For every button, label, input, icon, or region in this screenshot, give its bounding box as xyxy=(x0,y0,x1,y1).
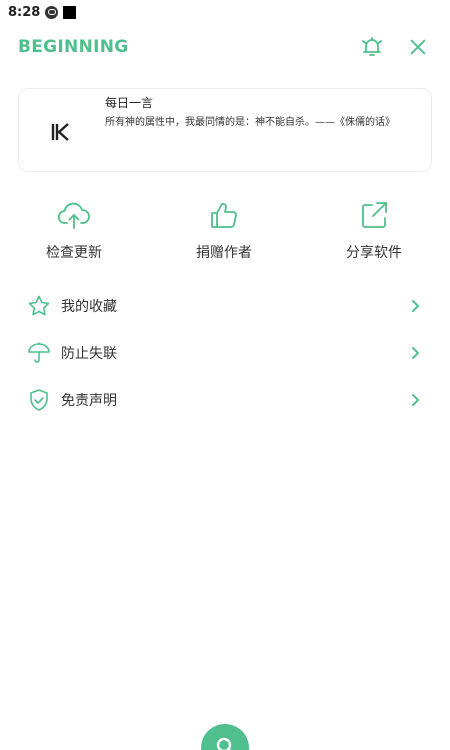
chevron-right-icon xyxy=(412,299,419,312)
menu-item-label: 免责声明 xyxy=(61,392,117,409)
shield-check-icon xyxy=(26,387,52,413)
menu-item-label: 防止失联 xyxy=(61,345,117,362)
search-icon xyxy=(216,737,232,750)
chevron-right-icon xyxy=(412,346,419,359)
menu-item-disclaimer[interactable]: 免责声明 xyxy=(0,376,450,423)
chevron-right-icon xyxy=(412,393,419,406)
k-logo-icon xyxy=(51,123,71,141)
status-bar: 8:28 xyxy=(0,0,450,24)
share-app-button[interactable]: 分享软件 xyxy=(314,198,434,262)
menu-item-label: 我的收藏 xyxy=(61,298,117,315)
donate-author-label: 捐赠作者 xyxy=(196,245,252,261)
status-square-icon xyxy=(63,5,77,19)
share-icon xyxy=(362,202,387,228)
umbrella-icon xyxy=(26,340,52,366)
star-icon xyxy=(26,293,52,319)
status-notification-icon xyxy=(45,5,59,19)
app-title: BEGINNING xyxy=(18,37,129,57)
menu-list: 我的收藏 防止失联 免责声明 xyxy=(0,282,450,423)
app-header: BEGINNING xyxy=(0,28,450,66)
menu-item-prevent-lost[interactable]: 防止失联 xyxy=(0,329,450,376)
bell-icon[interactable] xyxy=(358,33,386,61)
status-time: 8:28 xyxy=(8,4,41,20)
thumbs-up-icon xyxy=(211,202,237,228)
cloud-upload-icon xyxy=(57,202,90,229)
check-update-label: 检查更新 xyxy=(46,245,102,261)
donate-author-button[interactable]: 捐赠作者 xyxy=(164,198,284,262)
search-button[interactable] xyxy=(201,724,249,750)
quote-text: 所有神的属性中，我最同情的是：神不能自杀。——《侏儒的话》 xyxy=(105,117,395,128)
daily-quote-card[interactable]: 每日一言 所有神的属性中，我最同情的是：神不能自杀。——《侏儒的话》 xyxy=(18,88,432,172)
share-app-label: 分享软件 xyxy=(346,245,402,261)
close-icon[interactable] xyxy=(404,33,432,61)
quote-title: 每日一言 xyxy=(105,96,154,110)
menu-item-favorites[interactable]: 我的收藏 xyxy=(0,282,450,329)
quick-actions: 检查更新 捐赠作者 分享软件 xyxy=(0,198,450,268)
check-update-button[interactable]: 检查更新 xyxy=(14,198,134,262)
